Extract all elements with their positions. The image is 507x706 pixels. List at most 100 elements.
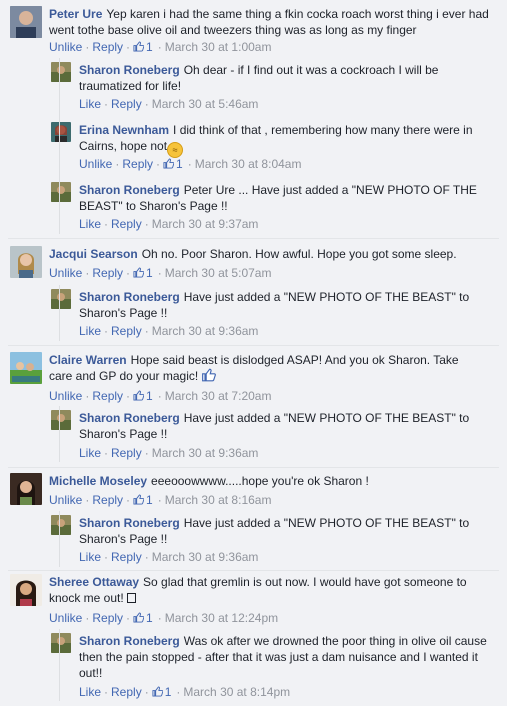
divider bbox=[8, 570, 499, 571]
comment-text: eeeooowwww.....hope you're ok Sharon ! bbox=[151, 474, 369, 488]
comment: Michelle Moseley eeeooowwww.....hope you'… bbox=[10, 473, 500, 509]
comment-author[interactable]: Peter Ure bbox=[49, 7, 102, 21]
timestamp[interactable]: March 30 at 5:46am bbox=[152, 97, 259, 111]
timestamp[interactable]: March 30 at 8:14pm bbox=[183, 685, 290, 699]
unlike-link[interactable]: Unlike bbox=[49, 493, 82, 507]
reply: Sharon Roneberg Have just added a "NEW PH… bbox=[51, 515, 501, 567]
avatar[interactable] bbox=[51, 289, 71, 309]
comment-actions: Like · Reply · March 30 at 9:36am bbox=[79, 324, 259, 338]
avatar[interactable] bbox=[10, 352, 42, 384]
comment-author[interactable]: Sheree Ottaway bbox=[49, 575, 139, 589]
comment-actions: Unlike · Reply · 1 · March 30 at 8:16am bbox=[49, 493, 272, 507]
timestamp[interactable]: March 30 at 8:16am bbox=[165, 493, 272, 507]
reply-link[interactable]: Reply bbox=[111, 324, 142, 338]
comment-author[interactable]: Sharon Roneberg bbox=[79, 411, 180, 425]
avatar[interactable] bbox=[51, 182, 71, 202]
thumbs-up-emoji bbox=[202, 368, 217, 382]
reply-link[interactable]: Reply bbox=[92, 493, 123, 507]
like-link[interactable]: Like bbox=[79, 97, 101, 111]
like-count[interactable]: 1 bbox=[146, 493, 153, 507]
reply-link[interactable]: Reply bbox=[111, 446, 142, 460]
thumbs-up-icon bbox=[152, 686, 163, 697]
reply-link[interactable]: Reply bbox=[92, 266, 123, 280]
timestamp[interactable]: March 30 at 9:37am bbox=[152, 217, 259, 231]
comment-actions: Unlike · Reply · 1 · March 30 at 1:00am bbox=[49, 40, 272, 54]
avatar[interactable] bbox=[51, 515, 71, 535]
unlike-link[interactable]: Unlike bbox=[79, 157, 112, 171]
avatar[interactable] bbox=[51, 633, 71, 653]
comment-author[interactable]: Jacqui Searson bbox=[49, 247, 138, 261]
comment: Claire Warren Hope said beast is dislodge… bbox=[10, 352, 500, 404]
divider bbox=[8, 345, 499, 346]
like-count[interactable]: 1 bbox=[165, 685, 172, 699]
reply-link[interactable]: Reply bbox=[92, 40, 123, 54]
timestamp[interactable]: March 30 at 8:04am bbox=[195, 157, 302, 171]
like-count[interactable]: 1 bbox=[146, 611, 153, 625]
unlike-link[interactable]: Unlike bbox=[49, 40, 82, 54]
confused-face-emoji: ≈ bbox=[167, 142, 184, 158]
comment-actions: Unlike · Reply · 1 · March 30 at 7:20am bbox=[49, 389, 272, 403]
avatar[interactable] bbox=[10, 574, 42, 606]
avatar[interactable] bbox=[51, 62, 71, 82]
thumbs-up-icon bbox=[163, 158, 175, 169]
reply: Sharon Roneberg Have just added a "NEW PH… bbox=[51, 410, 501, 462]
comment-author[interactable]: Sharon Roneberg bbox=[79, 516, 180, 530]
timestamp[interactable]: March 30 at 9:36am bbox=[152, 324, 259, 338]
like-link[interactable]: Like bbox=[79, 550, 101, 564]
unlike-link[interactable]: Unlike bbox=[49, 389, 82, 403]
unlike-link[interactable]: Unlike bbox=[49, 266, 82, 280]
reply-link[interactable]: Reply bbox=[92, 389, 123, 403]
like-link[interactable]: Like bbox=[79, 446, 101, 460]
avatar[interactable] bbox=[10, 6, 42, 38]
thumbs-up-icon bbox=[133, 390, 145, 401]
reply: Sharon Roneberg Oh dear - if I find out i… bbox=[51, 62, 501, 114]
reply: Sharon Roneberg Peter Ure ... Have just a… bbox=[51, 182, 501, 234]
reply-link[interactable]: Reply bbox=[111, 97, 142, 111]
avatar[interactable] bbox=[10, 473, 42, 505]
like-link[interactable]: Like bbox=[79, 685, 101, 699]
comment-author[interactable]: Sharon Roneberg bbox=[79, 63, 180, 77]
reply-thread-line bbox=[59, 406, 60, 462]
comment-actions: Like · Reply · March 30 at 5:46am bbox=[79, 97, 259, 111]
comment-author[interactable]: Sharon Roneberg bbox=[79, 290, 180, 304]
reply: Erina Newnham I did think of that , remem… bbox=[51, 122, 501, 174]
timestamp[interactable]: March 30 at 7:20am bbox=[165, 389, 272, 403]
comment-actions: Like · Reply · March 30 at 9:37am bbox=[79, 217, 259, 231]
thumbs-up-icon bbox=[133, 267, 145, 278]
comment-author[interactable]: Claire Warren bbox=[49, 353, 127, 367]
comment-actions: Like · Reply · March 30 at 9:36am bbox=[79, 550, 259, 564]
like-count[interactable]: 1 bbox=[146, 389, 153, 403]
comment-author[interactable]: Erina Newnham bbox=[79, 123, 169, 137]
reply-link[interactable]: Reply bbox=[92, 611, 123, 625]
divider bbox=[8, 238, 499, 239]
comment-thread: Peter Ure Yep karen i had the same thing … bbox=[0, 0, 507, 706]
unlike-link[interactable]: Unlike bbox=[49, 611, 82, 625]
comment-actions: Unlike · Reply · 1 · March 30 at 12:24pm bbox=[49, 611, 279, 625]
comment-author[interactable]: Sharon Roneberg bbox=[79, 183, 180, 197]
comment-author[interactable]: Michelle Moseley bbox=[49, 474, 147, 488]
comment-author[interactable]: Sharon Roneberg bbox=[79, 634, 180, 648]
like-link[interactable]: Like bbox=[79, 217, 101, 231]
like-count[interactable]: 1 bbox=[146, 266, 153, 280]
reply-thread-line bbox=[59, 629, 60, 701]
divider bbox=[8, 467, 499, 468]
timestamp[interactable]: March 30 at 5:07am bbox=[165, 266, 272, 280]
avatar[interactable] bbox=[51, 122, 71, 142]
comment: Sheree Ottaway So glad that gremlin is ou… bbox=[10, 574, 500, 626]
timestamp[interactable]: March 30 at 9:36am bbox=[152, 550, 259, 564]
reply-link[interactable]: Reply bbox=[111, 550, 142, 564]
like-link[interactable]: Like bbox=[79, 324, 101, 338]
timestamp[interactable]: March 30 at 9:36am bbox=[152, 446, 259, 460]
reply-link[interactable]: Reply bbox=[111, 217, 142, 231]
avatar[interactable] bbox=[10, 246, 42, 278]
like-count[interactable]: 1 bbox=[146, 40, 153, 54]
reply-link[interactable]: Reply bbox=[122, 157, 153, 171]
reply-link[interactable]: Reply bbox=[111, 685, 142, 699]
timestamp[interactable]: March 30 at 1:00am bbox=[165, 40, 272, 54]
comment-actions: Unlike · Reply · 1 · March 30 at 5:07am bbox=[49, 266, 272, 280]
thumbs-up-icon bbox=[133, 494, 145, 505]
like-count[interactable]: 1 bbox=[176, 157, 183, 171]
avatar[interactable] bbox=[51, 410, 71, 430]
timestamp[interactable]: March 30 at 12:24pm bbox=[165, 611, 278, 625]
comment: Peter Ure Yep karen i had the same thing … bbox=[10, 6, 500, 54]
